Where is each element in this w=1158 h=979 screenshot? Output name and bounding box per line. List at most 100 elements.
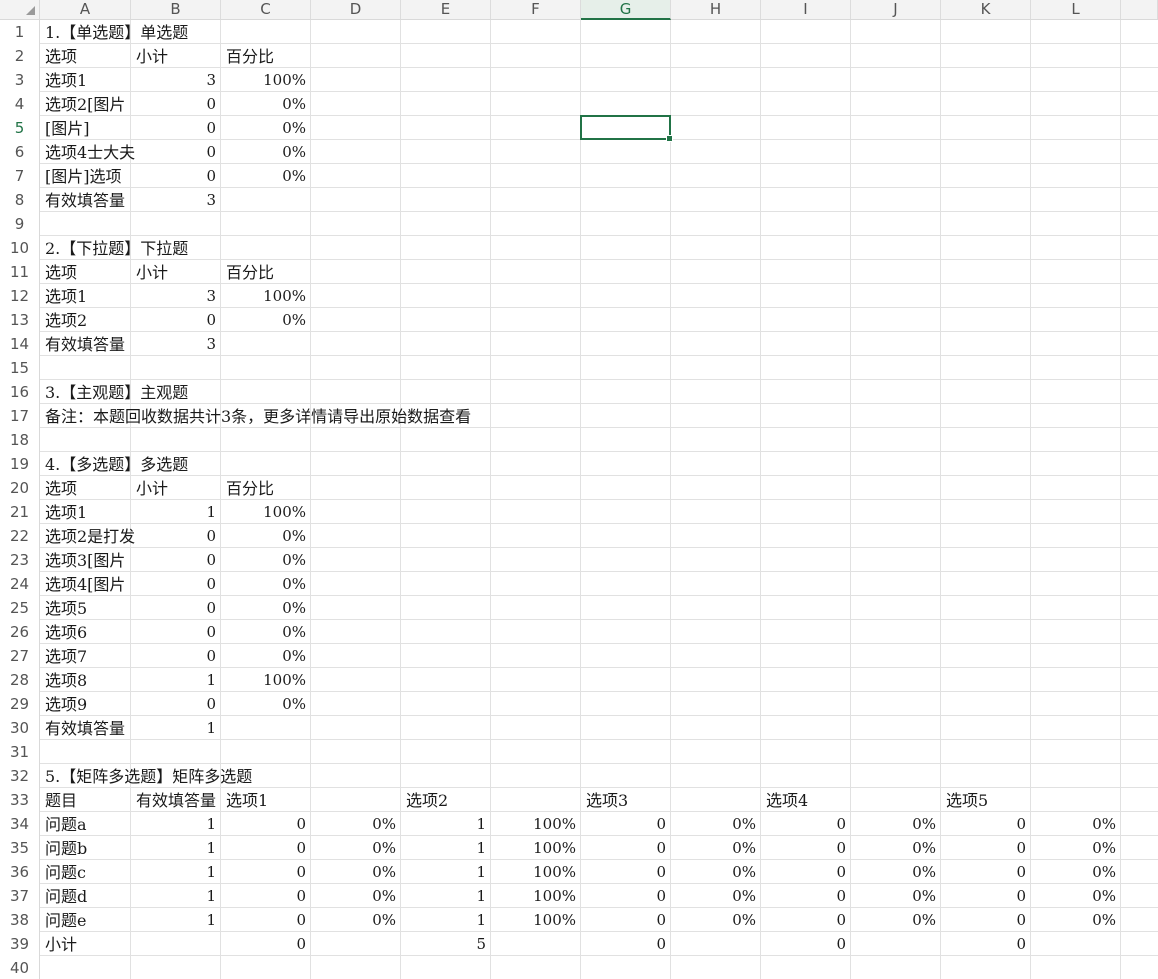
cell-i33[interactable]: 选项4 (761, 788, 808, 812)
cell-k34[interactable]: 0 (941, 812, 1030, 836)
cell-b5[interactable]: 0 (131, 116, 220, 140)
row-header-3[interactable]: 3 (0, 68, 40, 92)
cell-g37[interactable]: 0 (581, 884, 670, 908)
cell-c28[interactable]: 100% (221, 668, 310, 692)
cell-b13[interactable]: 0 (131, 308, 220, 332)
cell-a24[interactable]: 选项4[图片 (40, 572, 135, 596)
column-header-j[interactable]: J (851, 0, 941, 20)
cell-b3[interactable]: 3 (131, 68, 220, 92)
cell-b14[interactable]: 3 (131, 332, 220, 356)
row-header-21[interactable]: 21 (0, 500, 40, 524)
cell-a39[interactable]: 小计 (40, 932, 77, 956)
cell-a14[interactable]: 有效填答量 (40, 332, 135, 356)
cell-i34[interactable]: 0 (761, 812, 850, 836)
cell-f37[interactable]: 100% (491, 884, 580, 908)
cell-i37[interactable]: 0 (761, 884, 850, 908)
cell-a20[interactable]: 选项 (40, 476, 77, 500)
cell-b26[interactable]: 0 (131, 620, 220, 644)
cell-j38[interactable]: 0% (851, 908, 940, 932)
cell-b28[interactable]: 1 (131, 668, 220, 692)
cell-c33[interactable]: 选项1 (221, 788, 268, 812)
row-header-31[interactable]: 31 (0, 740, 40, 764)
cell-b36[interactable]: 1 (131, 860, 220, 884)
fill-handle[interactable] (666, 135, 673, 142)
cell-c26[interactable]: 0% (221, 620, 310, 644)
column-header-a[interactable]: A (40, 0, 131, 20)
cell-e34[interactable]: 1 (401, 812, 490, 836)
cell-b34[interactable]: 1 (131, 812, 220, 836)
row-header-34[interactable]: 34 (0, 812, 40, 836)
cell-a38[interactable]: 问题e (40, 908, 86, 932)
cell-b37[interactable]: 1 (131, 884, 220, 908)
cell-c11[interactable]: 百分比 (221, 260, 274, 284)
cell-b27[interactable]: 0 (131, 644, 220, 668)
row-header-23[interactable]: 23 (0, 548, 40, 572)
cell-b20[interactable]: 小计 (131, 476, 168, 500)
row-header-35[interactable]: 35 (0, 836, 40, 860)
row-header-38[interactable]: 38 (0, 908, 40, 932)
cell-k35[interactable]: 0 (941, 836, 1030, 860)
cell-a10[interactable]: 2.【下拉题】下拉题 (40, 236, 188, 260)
cell-g33[interactable]: 选项3 (581, 788, 628, 812)
row-header-28[interactable]: 28 (0, 668, 40, 692)
row-header-18[interactable]: 18 (0, 428, 40, 452)
row-header-40[interactable]: 40 (0, 956, 40, 979)
cell-l34[interactable]: 0% (1031, 812, 1120, 836)
cell-h36[interactable]: 0% (671, 860, 760, 884)
row-header-39[interactable]: 39 (0, 932, 40, 956)
spreadsheet-grid[interactable]: ABCDEFGHIJKL 1 2 3 4 5 6 7 8 9 10 11 12 13 14 15 16 17 18… (0, 0, 1158, 979)
cell-a29[interactable]: 选项9 (40, 692, 87, 716)
cell-a35[interactable]: 问题b (40, 836, 87, 860)
cell-a34[interactable]: 问题a (40, 812, 87, 836)
row-header-37[interactable]: 37 (0, 884, 40, 908)
select-all-corner[interactable] (0, 0, 40, 20)
row-header-9[interactable]: 9 (0, 212, 40, 236)
row-header-12[interactable]: 12 (0, 284, 40, 308)
row-header-17[interactable]: 17 (0, 404, 40, 428)
cell-a25[interactable]: 选项5 (40, 596, 87, 620)
cell-c7[interactable]: 0% (221, 164, 310, 188)
cell-a6[interactable]: 选项4士大夫 (40, 140, 135, 164)
column-header-m[interactable] (1121, 0, 1158, 20)
cell-a23[interactable]: 选项3[图片 (40, 548, 135, 572)
column-header-g[interactable]: G (581, 0, 671, 20)
cell-f34[interactable]: 100% (491, 812, 580, 836)
cell-c20[interactable]: 百分比 (221, 476, 274, 500)
cell-b23[interactable]: 0 (131, 548, 220, 572)
cell-c22[interactable]: 0% (221, 524, 310, 548)
row-header-20[interactable]: 20 (0, 476, 40, 500)
column-header-h[interactable]: H (671, 0, 761, 20)
row-header-26[interactable]: 26 (0, 620, 40, 644)
cell-g39[interactable]: 0 (581, 932, 670, 956)
cell-l37[interactable]: 0% (1031, 884, 1120, 908)
cell-c5[interactable]: 0% (221, 116, 310, 140)
cell-a12[interactable]: 选项1 (40, 284, 87, 308)
row-header-11[interactable]: 11 (0, 260, 40, 284)
cell-c39[interactable]: 0 (221, 932, 310, 956)
row-header-2[interactable]: 2 (0, 44, 40, 68)
column-header-d[interactable]: D (311, 0, 401, 20)
cell-b30[interactable]: 1 (131, 716, 220, 740)
cell-b24[interactable]: 0 (131, 572, 220, 596)
cell-a17[interactable]: 备注：本题回收数据共计3条，更多详情请导出原始数据查看 (40, 404, 471, 428)
cell-d38[interactable]: 0% (311, 908, 400, 932)
cell-f35[interactable]: 100% (491, 836, 580, 860)
column-header-k[interactable]: K (941, 0, 1031, 20)
cell-a36[interactable]: 问题c (40, 860, 86, 884)
active-cell-selection[interactable] (580, 115, 673, 142)
cell-b7[interactable]: 0 (131, 164, 220, 188)
cell-k33[interactable]: 选项5 (941, 788, 988, 812)
cell-e33[interactable]: 选项2 (401, 788, 448, 812)
row-header-19[interactable]: 19 (0, 452, 40, 476)
cell-a21[interactable]: 选项1 (40, 500, 87, 524)
cell-c38[interactable]: 0 (221, 908, 310, 932)
cell-h38[interactable]: 0% (671, 908, 760, 932)
cell-k39[interactable]: 0 (941, 932, 1030, 956)
cell-d35[interactable]: 0% (311, 836, 400, 860)
cell-a13[interactable]: 选项2 (40, 308, 87, 332)
row-header-14[interactable]: 14 (0, 332, 40, 356)
cell-a11[interactable]: 选项 (40, 260, 77, 284)
row-header-8[interactable]: 8 (0, 188, 40, 212)
row-header-1[interactable]: 1 (0, 20, 40, 44)
cell-e39[interactable]: 5 (401, 932, 490, 956)
